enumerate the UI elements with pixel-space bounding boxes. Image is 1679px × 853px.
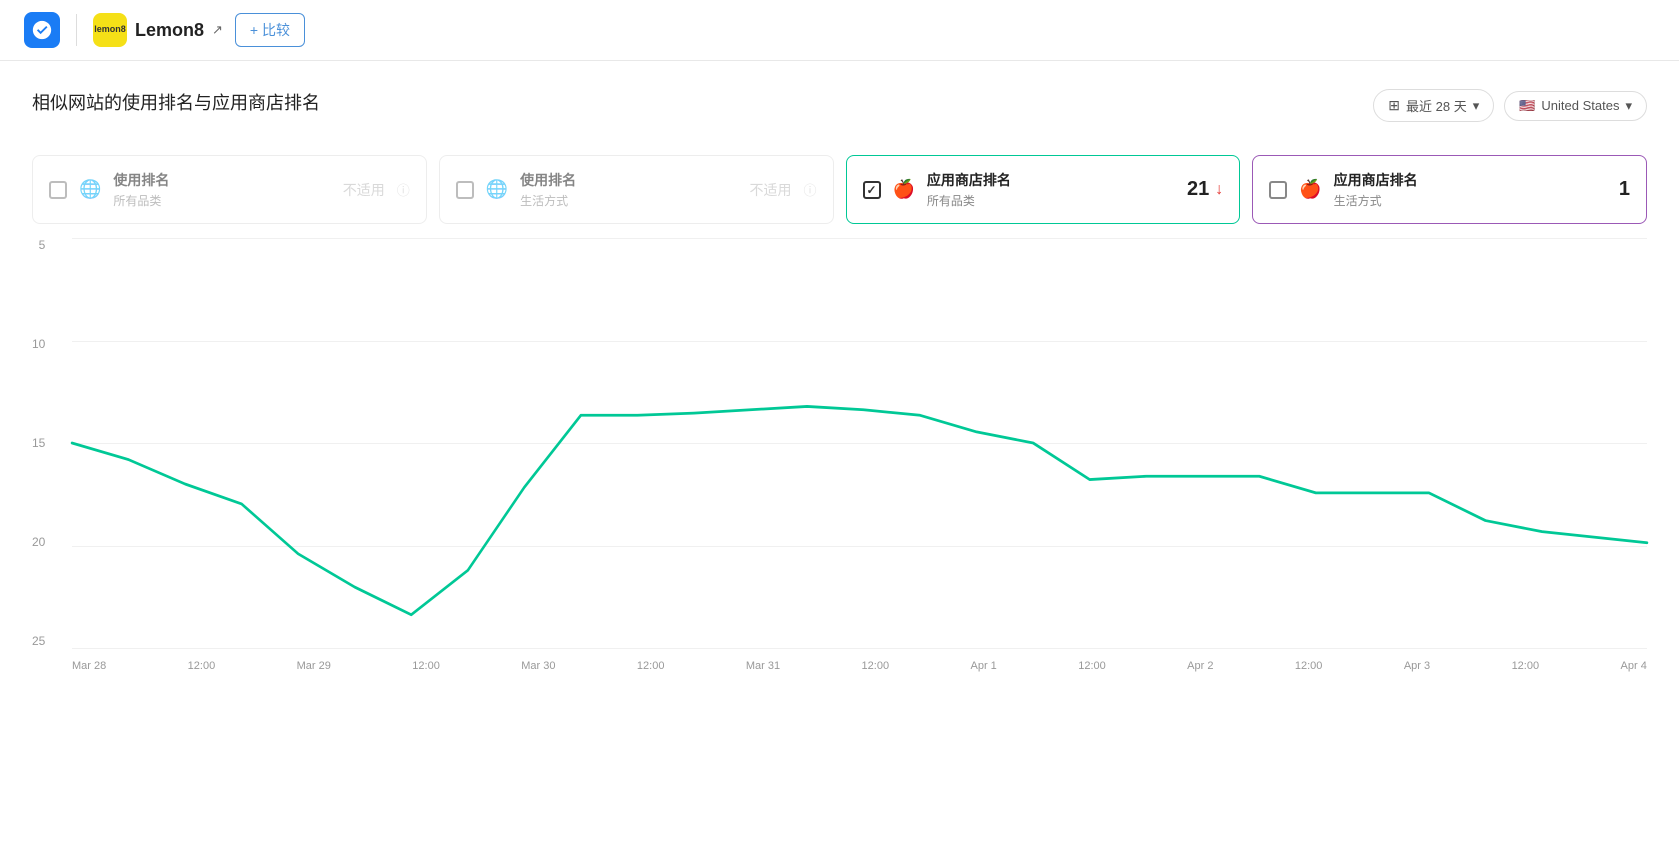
- country-flag-icon: 🇺🇸: [1519, 98, 1535, 114]
- external-link-icon: ↗: [212, 22, 223, 38]
- card-value-3: 21 ↓: [1187, 178, 1223, 201]
- card-subtitle-3: 所有品类: [927, 192, 1175, 209]
- card-value-4: 1: [1619, 178, 1630, 201]
- y-axis: 5 10 15 20 25: [32, 238, 53, 648]
- card-checkbox-web-rank-all[interactable]: [49, 181, 67, 199]
- section-title: 相似网站的使用排名与应用商店排名: [32, 89, 320, 115]
- apple-icon-1: 🍎: [893, 179, 915, 200]
- brand-section: lemon8 Lemon8 ↗: [93, 13, 223, 47]
- app-store-icon: [24, 12, 60, 48]
- web-icon-1: 🌐: [79, 179, 101, 200]
- country-label: United States: [1541, 98, 1619, 113]
- x-label-mar31: Mar 31: [746, 660, 780, 672]
- date-range-filter[interactable]: ⊞ 最近 28 天 ▾: [1373, 89, 1494, 122]
- card-value-1: 不适用: [343, 180, 385, 200]
- app-store-svg: [31, 19, 53, 41]
- card-checkbox-web-rank-lifestyle[interactable]: [456, 181, 474, 199]
- x-label-mar30: Mar 30: [521, 660, 555, 672]
- card-title-4: 应用商店排名: [1334, 170, 1607, 190]
- info-icon-1: ⓘ: [397, 180, 410, 199]
- x-label-mar29: Mar 29: [297, 660, 331, 672]
- card-title-1: 使用排名: [113, 170, 330, 190]
- brand-logo: lemon8: [93, 13, 127, 47]
- y-label-5: 5: [39, 238, 46, 252]
- chart-container: 5 10 15 20 25 Mar 28 12:00 Mar 29 12:0: [32, 238, 1647, 678]
- date-range-label: 最近 28 天: [1406, 96, 1467, 115]
- metric-card-app-rank-all[interactable]: 🍎 应用商店排名 所有品类 21 ↓: [846, 155, 1241, 224]
- metric-card-app-rank-lifestyle[interactable]: 🍎 应用商店排名 生活方式 1: [1252, 155, 1647, 224]
- y-label-25: 25: [32, 634, 45, 648]
- y-label-15: 15: [32, 436, 45, 450]
- date-range-chevron: ▾: [1473, 98, 1480, 114]
- web-icon-2: 🌐: [486, 179, 508, 200]
- main-content: 相似网站的使用排名与应用商店排名 ⊞ 最近 28 天 ▾ 🇺🇸 United S…: [0, 61, 1679, 706]
- x-label-1200-1: 12:00: [188, 660, 216, 672]
- card-subtitle-4: 生活方式: [1334, 192, 1607, 209]
- apple-icon-2: 🍎: [1299, 179, 1321, 200]
- card-title-2: 使用排名: [520, 170, 737, 190]
- info-icon-2: ⓘ: [803, 180, 816, 199]
- country-chevron: ▾: [1625, 98, 1632, 114]
- x-label-apr2: Apr 2: [1187, 660, 1213, 672]
- x-label-apr3: Apr 3: [1404, 660, 1430, 672]
- x-label-1200-4: 12:00: [862, 660, 890, 672]
- chart-svg: [72, 238, 1647, 648]
- y-label-20: 20: [32, 535, 45, 549]
- x-label-1200-6: 12:00: [1295, 660, 1323, 672]
- card-subtitle-2: 生活方式: [520, 192, 737, 209]
- card-checkbox-app-rank-all[interactable]: [863, 181, 881, 199]
- metric-card-web-rank-all[interactable]: 🌐 使用排名 所有品类 不适用 ⓘ: [32, 155, 427, 224]
- header: lemon8 Lemon8 ↗ + 比较: [0, 0, 1679, 61]
- header-divider: [76, 14, 77, 46]
- chart-line: [72, 406, 1647, 614]
- x-label-1200-5: 12:00: [1078, 660, 1106, 672]
- card-checkbox-app-rank-lifestyle[interactable]: [1269, 181, 1287, 199]
- metric-cards-row: 🌐 使用排名 所有品类 不适用 ⓘ 🌐 使用排名 生活方式 不适用 ⓘ 🍎 应用: [32, 155, 1647, 224]
- trend-down-icon: ↓: [1215, 181, 1223, 199]
- compare-button[interactable]: + 比较: [235, 13, 305, 47]
- x-axis: Mar 28 12:00 Mar 29 12:00 Mar 30 12:00 M…: [72, 654, 1647, 678]
- grid-line-5: [72, 648, 1647, 649]
- card-value-2: 不适用: [749, 180, 791, 200]
- card-title-3: 应用商店排名: [927, 170, 1175, 190]
- country-filter[interactable]: 🇺🇸 United States ▾: [1504, 91, 1647, 121]
- y-label-10: 10: [32, 337, 45, 351]
- card-subtitle-1: 所有品类: [113, 192, 330, 209]
- metric-card-web-rank-lifestyle[interactable]: 🌐 使用排名 生活方式 不适用 ⓘ: [439, 155, 834, 224]
- brand-name: Lemon8: [135, 20, 204, 41]
- x-label-1200-3: 12:00: [637, 660, 665, 672]
- x-label-apr1: Apr 1: [971, 660, 997, 672]
- chart-plot-area: [72, 238, 1647, 648]
- x-label-mar28: Mar 28: [72, 660, 106, 672]
- calendar-icon: ⊞: [1388, 97, 1400, 114]
- x-label-1200-2: 12:00: [412, 660, 440, 672]
- x-label-1200-7: 12:00: [1512, 660, 1540, 672]
- x-label-apr4: Apr 4: [1621, 660, 1647, 672]
